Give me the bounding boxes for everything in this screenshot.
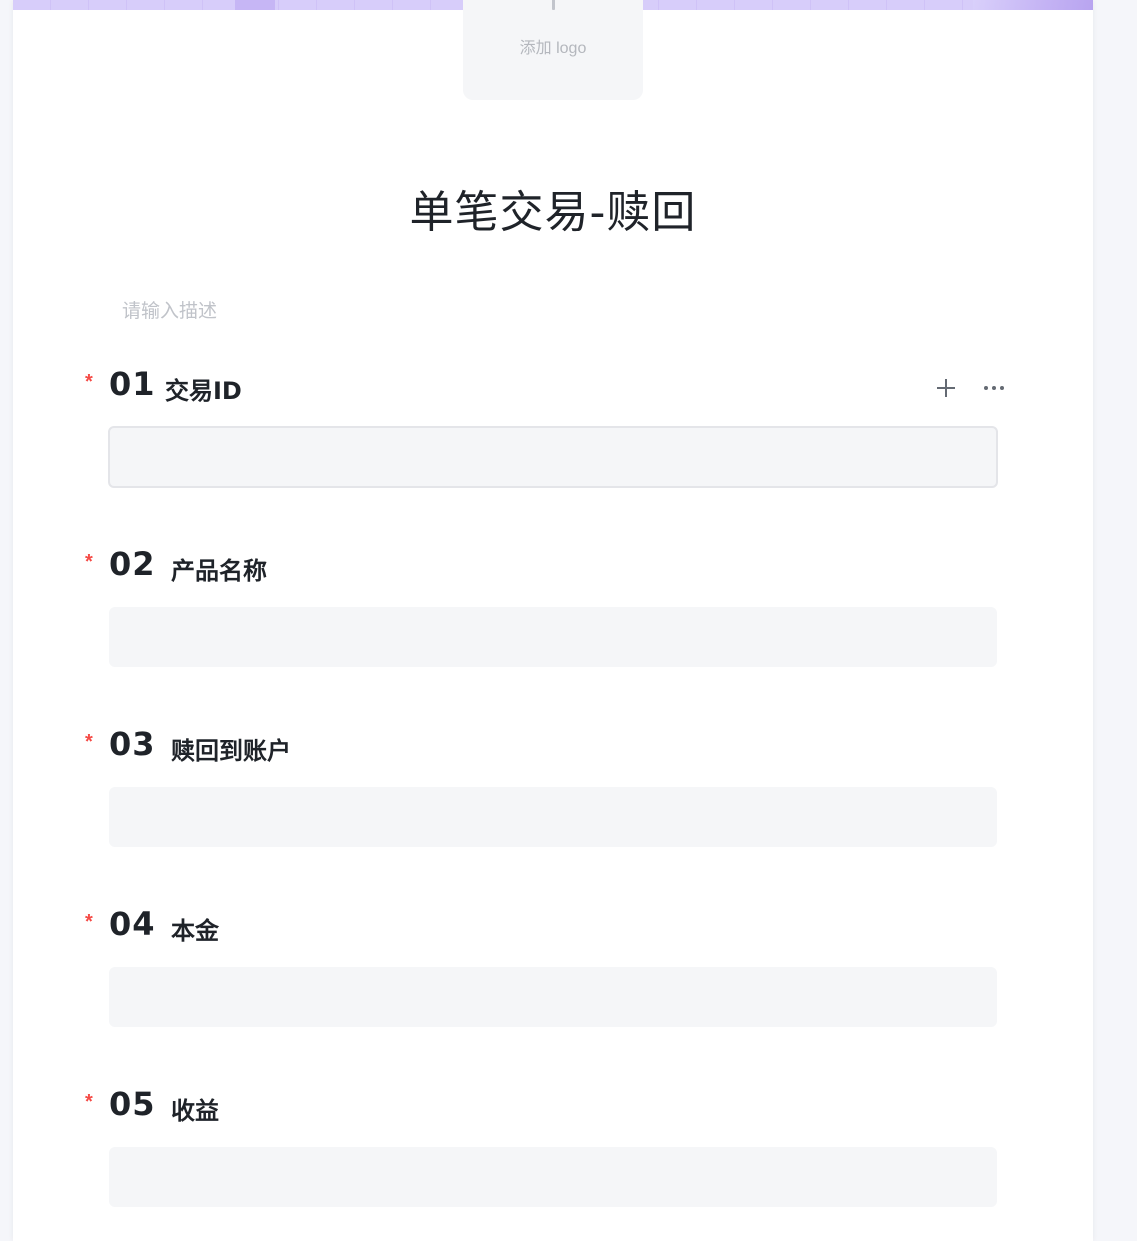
question-2: * 02 产品名称 <box>13 545 1093 681</box>
form-title[interactable]: 单笔交易-赎回 <box>13 176 1093 240</box>
question-4: * 04 本金 <box>13 905 1093 1041</box>
banner-accent <box>235 0 275 10</box>
question-label: 收益 <box>171 1097 219 1125</box>
question-number: 05 <box>109 1085 156 1123</box>
more-icon[interactable] <box>979 373 1009 403</box>
question-1: * 01 交易ID <box>13 365 1093 501</box>
question-number: 03 <box>109 725 156 763</box>
question-label: 交易ID <box>165 377 242 405</box>
question-label: 赎回到账户 <box>171 737 291 765</box>
required-mark: * <box>85 731 93 753</box>
required-mark: * <box>85 911 93 933</box>
add-logo-button[interactable]: 添加 logo <box>463 0 643 100</box>
form-card: 添加 logo 单笔交易-赎回 请输入描述 * 01 交易ID * 02 产品名… <box>13 0 1093 1241</box>
product-name-input[interactable] <box>109 607 997 667</box>
question-3: * 03 赎回到账户 <box>13 725 1093 861</box>
question-5: * 05 收益 <box>13 1085 1093 1221</box>
question-number: 04 <box>109 905 156 943</box>
transaction-id-input[interactable] <box>108 426 998 488</box>
question-toolbar <box>913 373 1009 403</box>
question-label: 本金 <box>171 917 219 945</box>
required-mark: * <box>85 371 93 393</box>
add-logo-label: 添加 logo <box>519 40 587 57</box>
banner-accent-right <box>973 0 1093 10</box>
required-mark: * <box>85 551 93 573</box>
question-label: 产品名称 <box>171 557 267 585</box>
earnings-input[interactable] <box>109 1147 997 1207</box>
required-mark: * <box>85 1091 93 1113</box>
principal-input[interactable] <box>109 967 997 1027</box>
add-logo-plus-icon <box>552 0 555 10</box>
form-description[interactable]: 请输入描述 <box>122 296 217 323</box>
question-number: 02 <box>109 545 156 583</box>
question-number: 01 <box>109 365 156 403</box>
plus-icon[interactable] <box>931 373 961 403</box>
redeem-account-input[interactable] <box>109 787 997 847</box>
